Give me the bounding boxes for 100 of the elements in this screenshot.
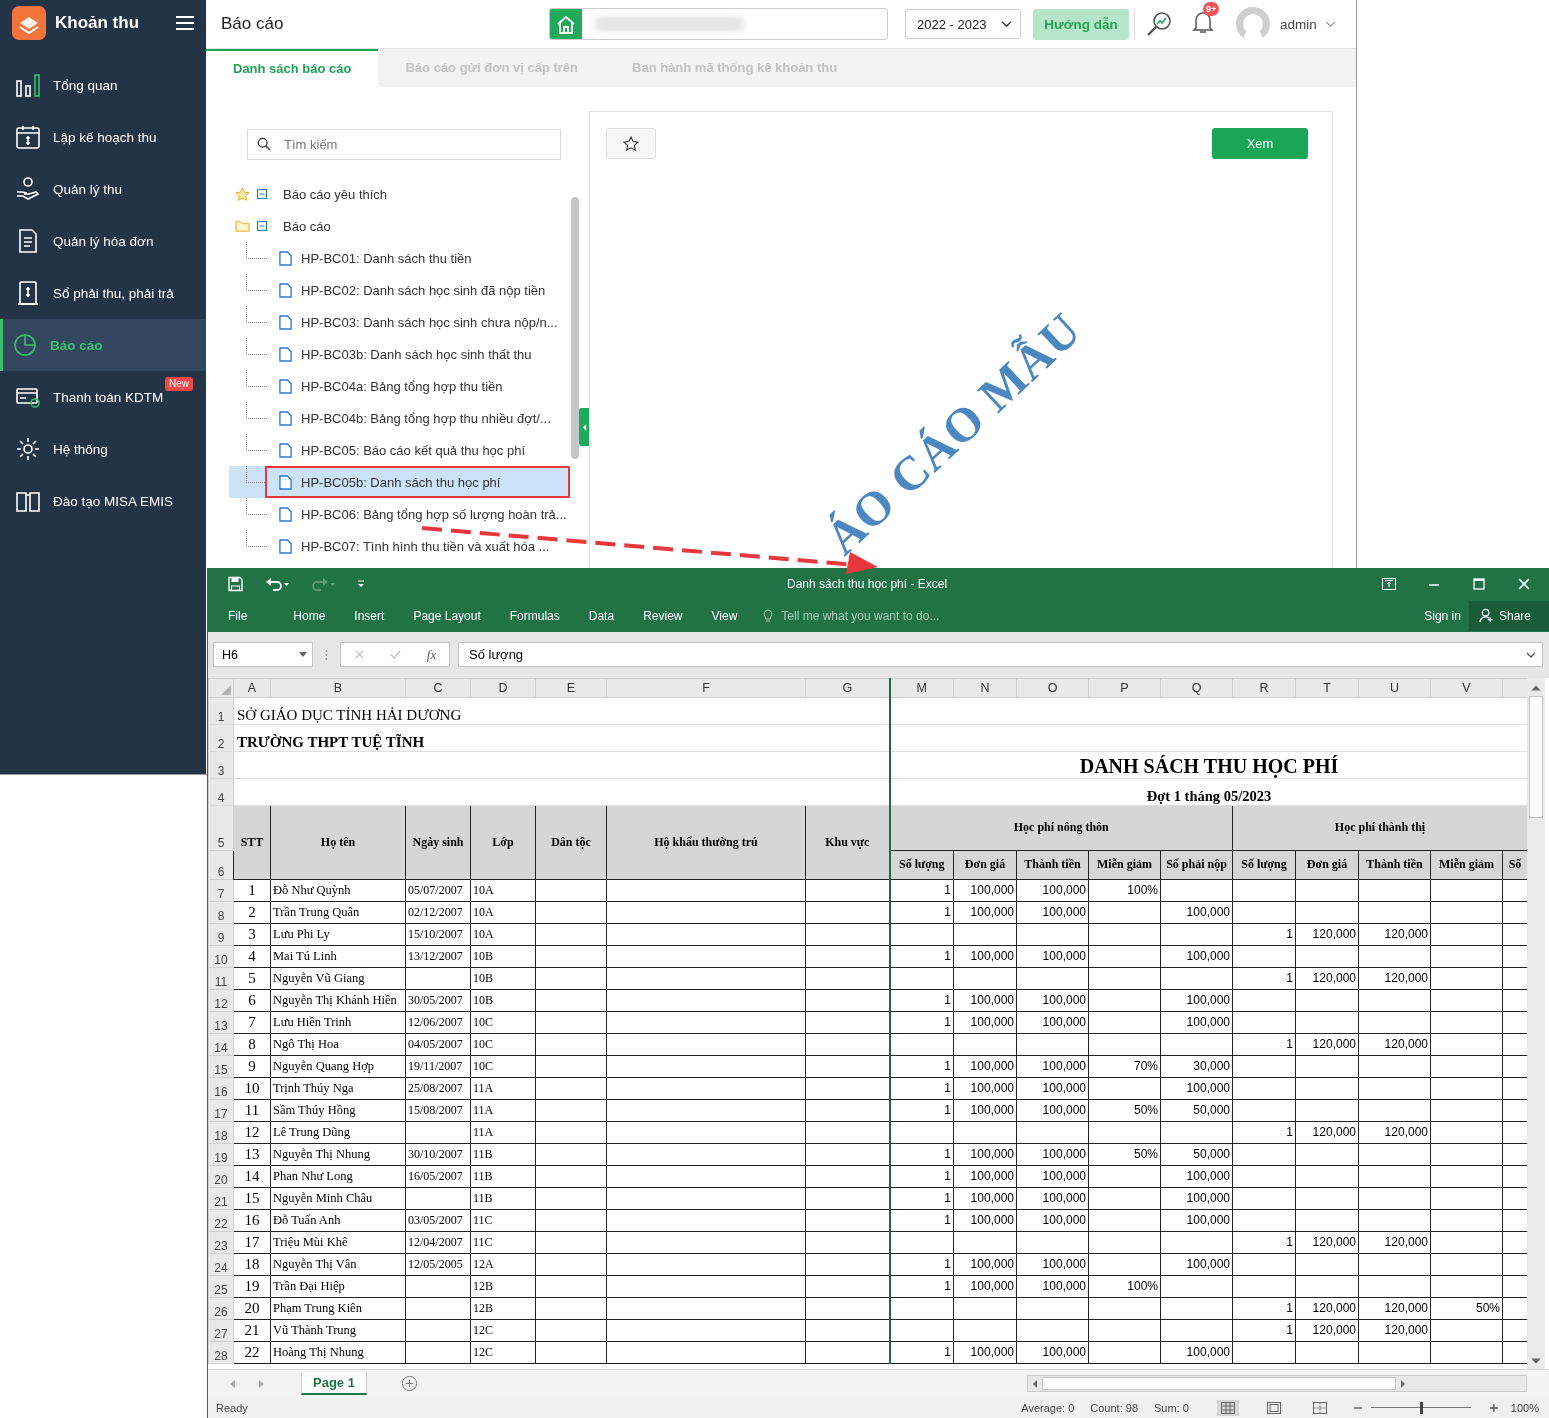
favorite-button[interactable]	[606, 128, 656, 159]
scroll-left-icon[interactable]	[1031, 1378, 1039, 1389]
nav-item[interactable]: Đào tạo MISA EMIS	[0, 475, 206, 527]
scroll-right-icon[interactable]	[1399, 1378, 1407, 1389]
undo-icon[interactable]	[264, 576, 290, 592]
formula-field[interactable]: Số lượng	[458, 642, 1543, 668]
report-item[interactable]: HP-BC03: Danh sách học sinh chưa nộp/n...	[229, 306, 570, 338]
row-number[interactable]: 13	[208, 1011, 234, 1034]
column-header[interactable]: G	[805, 678, 890, 698]
column-header[interactable]: F	[606, 678, 806, 698]
row-number[interactable]: 23	[208, 1231, 234, 1254]
ribbon-tab[interactable]: View	[711, 608, 738, 623]
drag-handle-icon[interactable]	[325, 648, 328, 661]
save-icon[interactable]	[227, 576, 244, 592]
row-number[interactable]: 10	[208, 945, 234, 968]
column-header[interactable]: D	[470, 678, 536, 698]
scrollbar[interactable]	[1027, 1375, 1527, 1393]
column-header[interactable]: V	[1430, 678, 1503, 698]
column-header[interactable]: Q	[1160, 678, 1233, 698]
user-name[interactable]: admin	[1280, 16, 1317, 32]
ribbon-tab[interactable]: Insert	[354, 608, 385, 623]
report-item[interactable]: HP-BC01: Danh sách thu tiền	[229, 242, 570, 274]
check-icon[interactable]	[390, 649, 402, 661]
row-number[interactable]: 18	[208, 1121, 234, 1144]
nav-item[interactable]: Báo cáo	[0, 319, 206, 371]
column-header[interactable]: N	[953, 678, 1017, 698]
column-header[interactable]: M	[889, 678, 954, 698]
nav-item[interactable]: Tổng quan	[0, 59, 206, 111]
nav-item[interactable]: Quản lý hóa đơn	[0, 215, 206, 267]
nav-item[interactable]: Thanh toán KDTM New	[0, 371, 206, 423]
row-number[interactable]: 26	[208, 1297, 234, 1320]
ribbon-tab[interactable]: Review	[643, 608, 683, 623]
row-number[interactable]: 1	[208, 697, 234, 725]
report-item[interactable]: HP-BC04b: Bảng tổng hợp thu nhiều đợt/...	[229, 402, 570, 434]
scrollbar[interactable]	[1527, 677, 1545, 1370]
column-header[interactable]: R	[1232, 678, 1296, 698]
expand-icon[interactable]	[1526, 651, 1536, 658]
row-number[interactable]: 7	[208, 879, 234, 902]
report-item[interactable]: HP-BC02: Danh sách học sinh đã nộp tiền	[229, 274, 570, 306]
row-number[interactable]: 22	[208, 1209, 234, 1232]
chevron-down-icon[interactable]	[1001, 20, 1012, 28]
nav-item[interactable]: Sổ phải thu, phải trả	[0, 267, 206, 319]
column-header[interactable]: U	[1358, 678, 1431, 698]
row-number[interactable]: 28	[208, 1341, 234, 1364]
insert-function-button[interactable]: fx	[426, 646, 437, 663]
report-item[interactable]: HP-BC04a: Bảng tổng hợp thu tiền	[229, 370, 570, 402]
row-number[interactable]: 14	[208, 1033, 234, 1056]
sign-in-link[interactable]: Sign in	[1424, 608, 1461, 623]
row-number[interactable]: 12	[208, 989, 234, 1012]
row-number[interactable]: 25	[208, 1275, 234, 1298]
search-field[interactable]: Tìm kiếm	[247, 129, 561, 160]
row-number[interactable]: 24	[208, 1253, 234, 1276]
row-number[interactable]: 11	[208, 967, 234, 990]
column-header[interactable]: E	[535, 678, 607, 698]
row-number[interactable]: 20	[208, 1165, 234, 1188]
nav-item[interactable]: Hệ thống	[0, 423, 206, 475]
row-number[interactable]: 4	[208, 778, 234, 806]
ribbon-tab[interactable]: Home	[293, 608, 326, 623]
share-button[interactable]: Share	[1468, 600, 1549, 631]
close-icon[interactable]	[1517, 578, 1531, 590]
ribbon-display-icon[interactable]	[1382, 578, 1396, 590]
row-number[interactable]: 8	[208, 901, 234, 924]
report-item[interactable]: HP-BC07: Tình hình thu tiền và xuất hóa ...	[229, 530, 570, 562]
tree-node[interactable]: Báo cáo	[283, 218, 331, 234]
name-box[interactable]: H6	[213, 642, 313, 668]
zoom-slider[interactable]	[1370, 1401, 1471, 1414]
panel-toggle[interactable]	[579, 408, 589, 446]
ribbon-tab[interactable]: Data	[588, 608, 615, 623]
zoom-level[interactable]: 100%	[1510, 1401, 1539, 1414]
column-header[interactable]: P	[1088, 678, 1161, 698]
column-header[interactable]: O	[1016, 678, 1089, 698]
school-field[interactable]	[549, 8, 888, 40]
collapse-icon[interactable]	[257, 221, 267, 231]
menu-icon[interactable]	[176, 15, 194, 31]
year-select[interactable]: 2022 - 2023	[905, 9, 1021, 39]
row-number[interactable]: 16	[208, 1077, 234, 1100]
nav-item[interactable]: Quản lý thu	[0, 163, 206, 215]
ribbon-tab[interactable]: Formulas	[509, 608, 560, 623]
report-item[interactable]: HP-BC05: Báo cáo kết quả thu học phí	[229, 434, 570, 466]
row-number[interactable]: 15	[208, 1055, 234, 1078]
column-header[interactable]: A	[233, 678, 271, 698]
tree-node[interactable]: Báo cáo yêu thích	[283, 186, 388, 202]
normal-view-icon[interactable]	[1216, 1399, 1239, 1416]
maximize-icon[interactable]	[1472, 578, 1486, 590]
ribbon-tab[interactable]: File	[228, 608, 248, 623]
tell-me-field[interactable]: Tell me what you want to do...	[779, 607, 1204, 624]
report-item[interactable]: HP-BC03b: Danh sách học sinh thất thu	[229, 338, 570, 370]
nav-item[interactable]: Lập kế hoạch thu	[0, 111, 206, 163]
row-number[interactable]: 17	[208, 1099, 234, 1122]
ribbon-tab[interactable]: Page Layout	[413, 608, 481, 623]
report-item[interactable]: HP-BC05b: Danh sách thu học phí	[229, 466, 570, 498]
column-header[interactable]: T	[1295, 678, 1359, 698]
dropdown-icon[interactable]	[299, 652, 307, 658]
sheet-tab[interactable]: Page 1	[301, 1372, 367, 1395]
scrollbar[interactable]	[571, 197, 579, 459]
collapse-icon[interactable]	[257, 189, 267, 199]
report-item[interactable]: HP-BC06: Bảng tổng hợp số lượng hoàn trả...	[229, 498, 570, 530]
row-number[interactable]: 2	[208, 724, 234, 752]
zoom-in-icon[interactable]	[1488, 1402, 1499, 1413]
scroll-thumb[interactable]	[1529, 695, 1543, 818]
